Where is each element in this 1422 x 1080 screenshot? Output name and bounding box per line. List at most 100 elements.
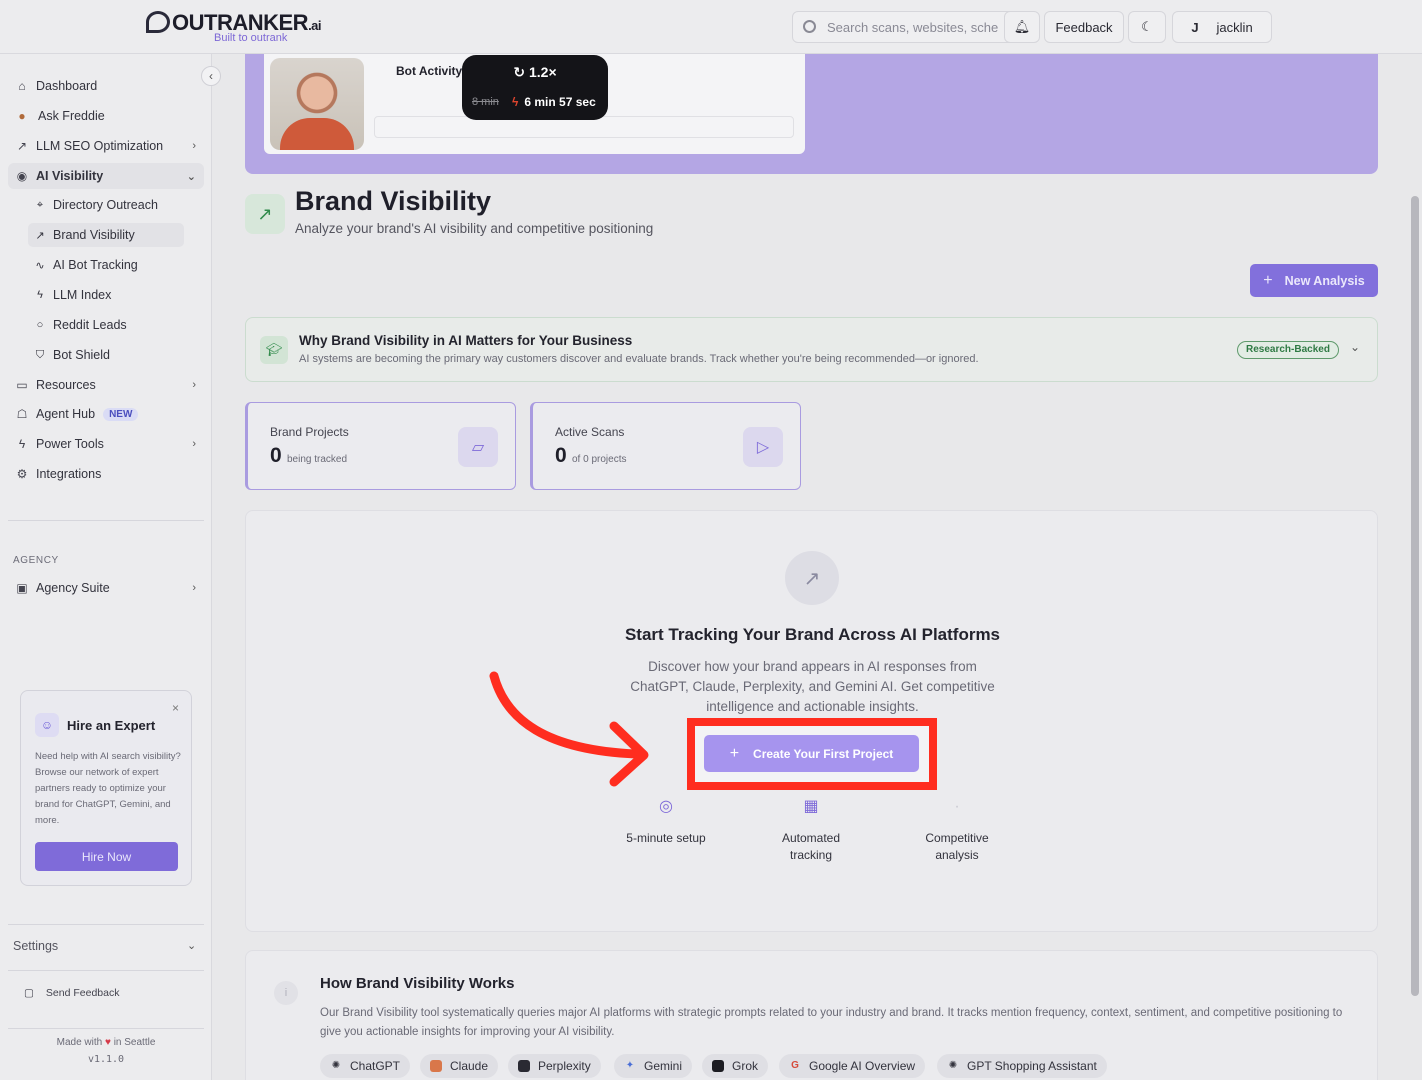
home-icon: ⌂ bbox=[18, 79, 26, 93]
chevron-right-icon: › bbox=[192, 582, 196, 594]
chevron-down-icon: ⌄ bbox=[187, 940, 197, 952]
sidebar-sub-bot-shield[interactable]: ⛉ Bot Shield bbox=[28, 343, 184, 367]
search-input[interactable]: Search scans, websites, sche bbox=[792, 11, 1034, 43]
claude-icon bbox=[430, 1060, 442, 1072]
gear-icon: ⚙︎ bbox=[16, 467, 28, 481]
plus-icon: + bbox=[1263, 271, 1273, 289]
search-placeholder: Search scans, websites, sche bbox=[827, 20, 999, 35]
platform-chip-google-ai-overview: G Google AI Overview bbox=[779, 1054, 926, 1078]
sidebar-divider bbox=[8, 520, 204, 521]
logo-tagline: Built to outrank bbox=[214, 32, 288, 44]
why-banner[interactable]: 🎓︎ Why Brand Visibility in AI Matters fo… bbox=[245, 317, 1378, 382]
trending-icon: ↗ bbox=[785, 551, 839, 605]
platform-chip-gemini: ✦ Gemini bbox=[614, 1054, 693, 1078]
sidebar-collapse-button[interactable]: ‹ bbox=[201, 66, 221, 86]
stat-card-brand-projects: Brand Projects 0 being tracked ▱ bbox=[245, 402, 516, 490]
stat-label: Active Scans bbox=[555, 425, 625, 439]
graduation-cap-icon: 🎓︎ bbox=[260, 336, 288, 364]
adjusted-duration: ϟ6 min 57 sec bbox=[512, 95, 596, 109]
sidebar-item-agency-suite[interactable]: ▣ Agency Suite › bbox=[8, 575, 204, 601]
chevron-down-icon[interactable]: ⌄ bbox=[1350, 340, 1360, 354]
sidebar-sub-reddit-leads[interactable]: ○ Reddit Leads bbox=[28, 313, 184, 337]
play-circle-icon: ▷ bbox=[743, 427, 783, 467]
video-subtitle bbox=[396, 80, 398, 86]
why-description: AI systems are becoming the primary way … bbox=[299, 353, 979, 365]
sidebar-item-resources[interactable]: ▭ Resources › bbox=[8, 372, 204, 398]
sidebar-sub-ai-bot-tracking[interactable]: ∿ AI Bot Tracking bbox=[28, 253, 184, 277]
feature-five-minute-setup: ◎ 5-minute setup bbox=[596, 798, 736, 847]
users-icon: ☺ bbox=[35, 713, 59, 737]
how-description: Our Brand Visibility tool systematically… bbox=[320, 1007, 1343, 1038]
why-title: Why Brand Visibility in AI Matters for Y… bbox=[299, 333, 633, 348]
chevron-down-icon: ⌄ bbox=[186, 170, 196, 183]
made-with-text: Made with ♥ in Seattle bbox=[56, 1037, 156, 1048]
heart-icon: ♥ bbox=[104, 1037, 111, 1048]
chevron-right-icon: › bbox=[192, 140, 196, 152]
stat-value: 0 bbox=[270, 444, 282, 467]
research-badge: Research-Backed bbox=[1237, 341, 1339, 359]
feature-competitive-analysis: · Competitive analysis bbox=[887, 798, 1027, 864]
briefcase-icon: ▣ bbox=[16, 581, 28, 595]
chat-icon: ○ bbox=[36, 319, 44, 331]
how-title: How Brand Visibility Works bbox=[320, 975, 515, 992]
platform-chip-grok: Grok bbox=[702, 1054, 769, 1078]
trending-icon: ↗ bbox=[35, 229, 45, 242]
new-badge: NEW bbox=[103, 407, 139, 421]
pin-icon: ⌖ bbox=[36, 198, 44, 211]
speed-icon: ↻ bbox=[513, 64, 526, 80]
bolt-icon: ϟ bbox=[18, 437, 26, 451]
empty-state-title: Start Tracking Your Brand Across AI Plat… bbox=[624, 625, 1001, 644]
sidebar-item-power-tools[interactable]: ϟ Power Tools › bbox=[8, 431, 204, 457]
close-icon[interactable]: × bbox=[172, 701, 179, 715]
shield-icon: ⛉ bbox=[35, 348, 45, 361]
chevron-right-icon: › bbox=[192, 438, 196, 450]
bell-icon: 🔔︎ bbox=[1013, 19, 1031, 34]
stat-value: 0 bbox=[555, 444, 567, 467]
chevron-left-icon: ‹ bbox=[209, 69, 213, 83]
user-menu-button[interactable]: J jacklin bbox=[1172, 11, 1272, 43]
chevron-right-icon: › bbox=[192, 379, 196, 391]
page-scrollbar[interactable] bbox=[1411, 196, 1419, 996]
page-title: Brand Visibility bbox=[295, 186, 492, 216]
how-it-works-card: i How Brand Visibility Works Our Brand V… bbox=[245, 950, 1378, 1080]
stat-label: Brand Projects bbox=[270, 425, 349, 439]
create-first-project-button[interactable]: + Create Your First Project bbox=[704, 735, 919, 772]
sidebar-item-agent-hub[interactable]: ☖ Agent Hub NEW bbox=[8, 401, 204, 427]
notifications-button[interactable]: 🔔︎ bbox=[1004, 11, 1040, 43]
theme-toggle-button[interactable]: ☾ bbox=[1128, 11, 1166, 43]
robot-icon: ☖ bbox=[16, 407, 28, 421]
sidebar-sub-brand-visibility[interactable]: ↗ Brand Visibility bbox=[28, 223, 184, 247]
platform-chip-claude: Claude bbox=[420, 1054, 499, 1078]
settings-toggle[interactable]: Settings bbox=[13, 939, 58, 953]
sidebar-item-llm-seo[interactable]: ↗ LLM SEO Optimization › bbox=[8, 133, 204, 159]
sidebar-sub-llm-index[interactable]: ϟ LLM Index bbox=[28, 283, 184, 307]
sidebar-divider bbox=[8, 970, 204, 971]
sidebar-sub-directory-outreach[interactable]: ⌖ Directory Outreach bbox=[28, 193, 184, 217]
send-feedback-link[interactable]: ▢ Send Feedback bbox=[24, 987, 119, 999]
book-icon: ▭ bbox=[16, 378, 28, 392]
sidebar-item-ai-visibility[interactable]: ◉ AI Visibility ⌄ bbox=[8, 163, 204, 189]
section-label-agency: AGENCY bbox=[13, 555, 59, 566]
sidebar-divider bbox=[8, 1028, 204, 1029]
sidebar-item-integrations[interactable]: ⚙︎ Integrations bbox=[8, 461, 204, 487]
bolt-icon: ϟ bbox=[512, 95, 519, 109]
new-analysis-button[interactable]: + New Analysis bbox=[1250, 264, 1378, 297]
user-name: jacklin bbox=[1216, 19, 1253, 35]
freddie-avatar: ● bbox=[18, 109, 26, 123]
hire-expert-title: Hire an Expert bbox=[67, 718, 156, 733]
grok-icon bbox=[712, 1060, 724, 1072]
sidebar-divider bbox=[8, 924, 204, 925]
sidebar-item-ask-freddie[interactable]: ● Ask Freddie bbox=[8, 103, 204, 129]
search-icon bbox=[803, 20, 816, 33]
sidebar-item-dashboard[interactable]: ⌂ Dashboard bbox=[8, 73, 204, 99]
hire-expert-description: Need help with AI search visibility? Bro… bbox=[35, 751, 181, 826]
avatar: J bbox=[1191, 19, 1199, 35]
feature-automated-tracking: ▦ Automated tracking bbox=[741, 798, 881, 864]
target-icon: · bbox=[954, 798, 960, 815]
gemini-icon: ✦ bbox=[625, 1060, 635, 1071]
chatgpt-icon: ✺ bbox=[948, 1060, 958, 1071]
playback-speed-overlay[interactable]: ↻ 1.2× 8 min ϟ6 min 57 sec bbox=[462, 55, 608, 120]
video-title: Bot Activity bbox=[396, 64, 463, 78]
feedback-button[interactable]: Feedback bbox=[1044, 11, 1124, 43]
hire-now-button[interactable]: Hire Now bbox=[35, 842, 178, 871]
